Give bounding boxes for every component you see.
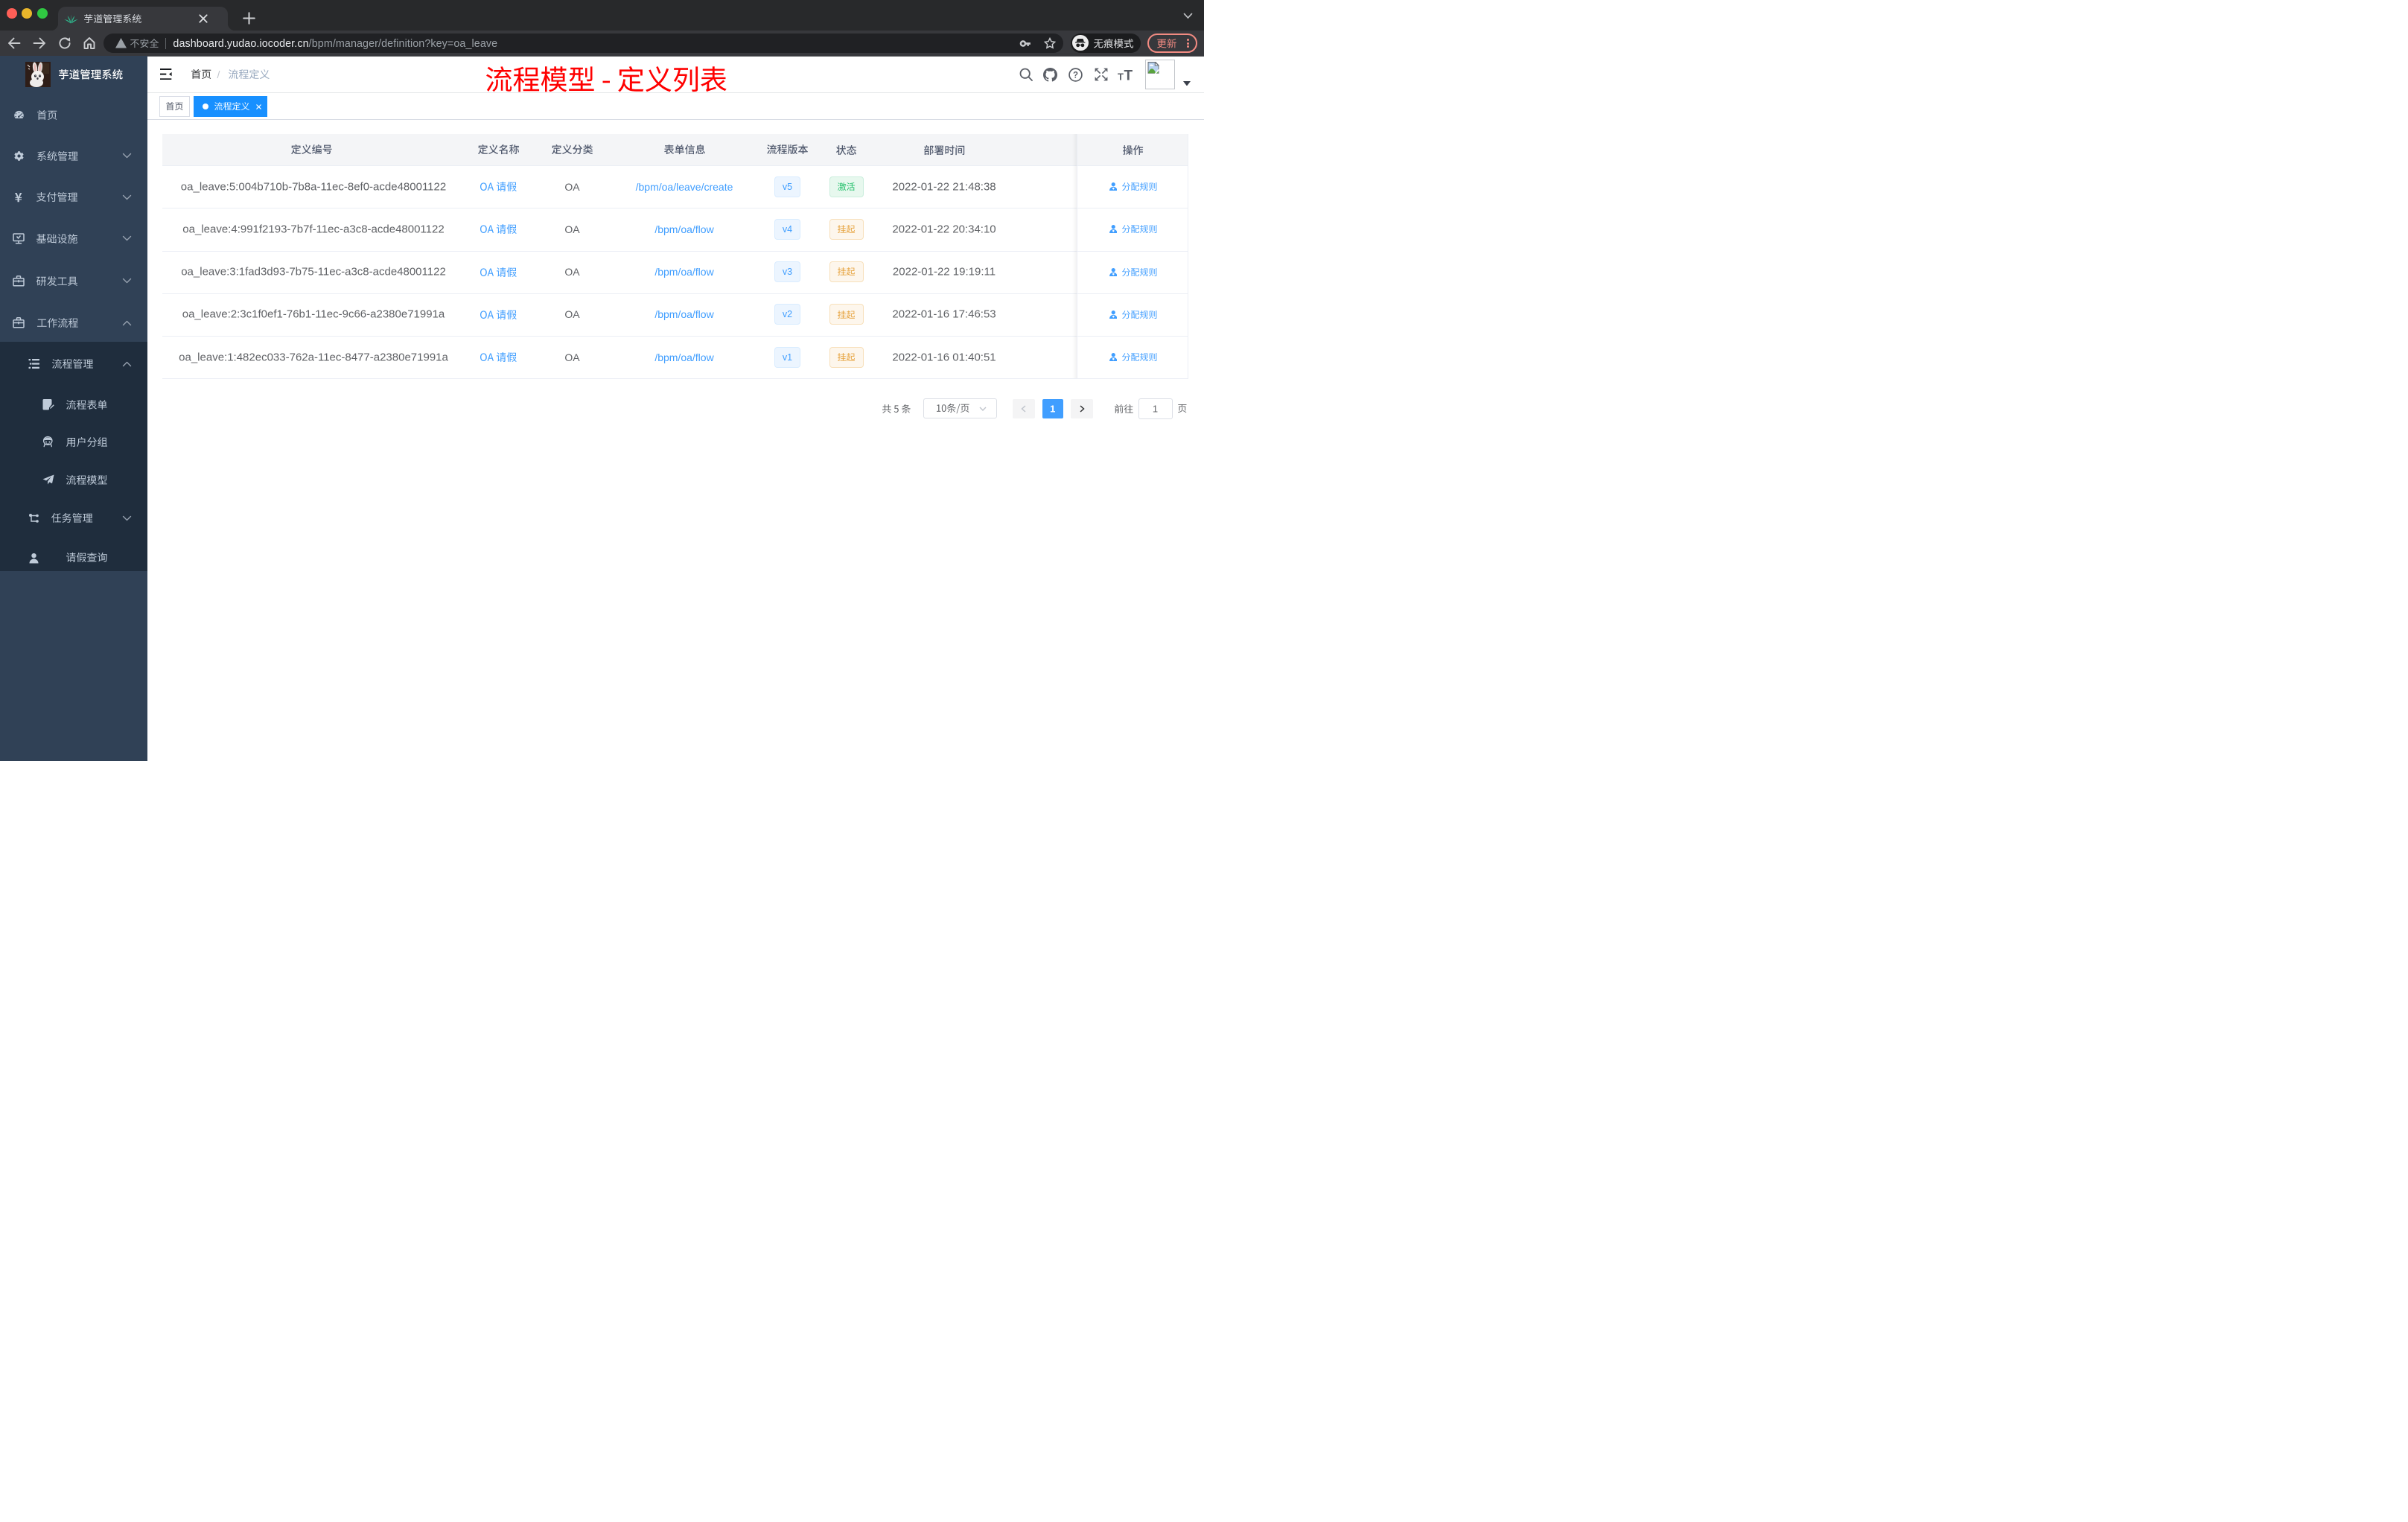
svg-text:T: T bbox=[1118, 71, 1124, 81]
svg-text:?: ? bbox=[1073, 71, 1078, 80]
svg-text:T: T bbox=[1124, 69, 1133, 80]
